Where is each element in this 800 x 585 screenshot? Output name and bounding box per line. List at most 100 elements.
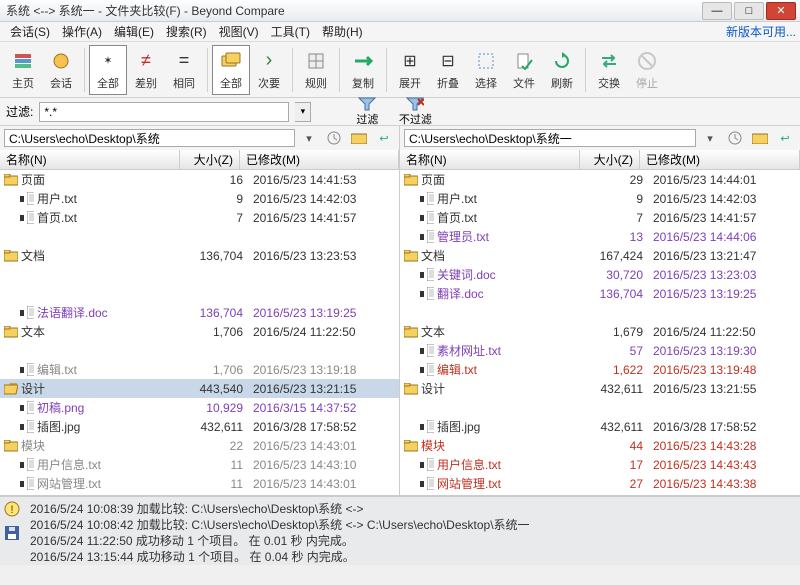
item-name: 插图.jpg bbox=[437, 418, 591, 435]
file-row[interactable]: 网站管理.txt112016/5/23 14:43:01 bbox=[0, 474, 399, 493]
right-tree[interactable]: 页面292016/5/23 14:44:01用户.txt92016/5/23 1… bbox=[400, 170, 800, 495]
file-row[interactable]: 插图.jpg432,6112016/3/28 17:58:52 bbox=[400, 417, 800, 436]
folder-row[interactable]: 文档167,4242016/5/23 13:21:47 bbox=[400, 246, 800, 265]
close-button[interactable]: ✕ bbox=[766, 2, 796, 20]
file-row[interactable]: 用户.txt92016/5/23 14:42:03 bbox=[0, 189, 399, 208]
copy-button[interactable]: 复制 bbox=[344, 45, 382, 95]
stop-button[interactable]: 停止 bbox=[628, 45, 666, 95]
same-button[interactable]: =相同 bbox=[165, 45, 203, 95]
folder-row[interactable]: 设计432,6112016/5/23 13:21:55 bbox=[400, 379, 800, 398]
menu-actions[interactable]: 操作(A) bbox=[56, 21, 108, 42]
left-tree[interactable]: 页面162016/5/23 14:41:53用户.txt92016/5/23 1… bbox=[0, 170, 400, 495]
right-browse-icon[interactable] bbox=[749, 129, 771, 147]
apply-filter-button[interactable]: 过滤 bbox=[349, 99, 385, 125]
file-row[interactable]: 编辑.txt1,7062016/5/23 13:19:18 bbox=[0, 360, 399, 379]
all-button-1[interactable]: ✶全部 bbox=[89, 45, 127, 95]
menu-tools[interactable]: 工具(T) bbox=[265, 21, 316, 42]
file-row[interactable]: 初稿.png10,9292016/3/15 14:37:52 bbox=[0, 398, 399, 417]
item-date: 2016/5/23 13:19:48 bbox=[649, 363, 800, 377]
left-history-icon[interactable] bbox=[323, 129, 345, 147]
minor-button[interactable]: ›次要 bbox=[250, 45, 288, 95]
item-date: 2016/5/23 14:44:06 bbox=[649, 230, 800, 244]
menu-session[interactable]: 会话(S) bbox=[4, 21, 56, 42]
item-date: 2016/5/23 14:41:53 bbox=[249, 173, 399, 187]
file-row[interactable]: 管理员.txt132016/5/23 14:44:06 bbox=[400, 227, 800, 246]
item-size: 9 bbox=[591, 192, 649, 206]
left-col-mod[interactable]: 已修改(M) bbox=[240, 150, 399, 169]
collapse-icon: ⊟ bbox=[436, 49, 460, 73]
right-col-name[interactable]: 名称(N) bbox=[400, 150, 580, 169]
file-row[interactable]: 网站管理.txt272016/5/23 14:43:38 bbox=[400, 474, 800, 493]
menu-search[interactable]: 搜索(R) bbox=[160, 21, 213, 42]
file-row[interactable]: 首页.txt72016/5/23 14:41:57 bbox=[400, 208, 800, 227]
file-row[interactable]: 首页.txt72016/5/23 14:41:57 bbox=[0, 208, 399, 227]
filter-dropdown[interactable]: ▾ bbox=[295, 102, 311, 122]
session-button[interactable]: 会话 bbox=[42, 45, 80, 95]
file-row[interactable]: 法语翻译.doc136,7042016/5/23 13:19:25 bbox=[0, 303, 399, 322]
right-back-icon[interactable]: ↩ bbox=[774, 129, 796, 147]
item-date: 2016/5/23 13:21:15 bbox=[249, 382, 399, 396]
menu-edit[interactable]: 编辑(E) bbox=[108, 21, 160, 42]
item-size: 7 bbox=[191, 211, 249, 225]
minimize-button[interactable]: — bbox=[702, 2, 732, 20]
folder-icon bbox=[4, 250, 18, 262]
file-row[interactable]: 插图.jpg432,6112016/3/28 17:58:52 bbox=[0, 417, 399, 436]
left-path-input[interactable] bbox=[4, 129, 295, 147]
file-row[interactable]: 用户信息.txt172016/5/23 14:43:43 bbox=[400, 455, 800, 474]
folder-row[interactable]: 页面292016/5/23 14:44:01 bbox=[400, 170, 800, 189]
spacer-row bbox=[0, 265, 399, 284]
spacer-row bbox=[0, 341, 399, 360]
item-name: 文档 bbox=[21, 247, 191, 264]
right-col-size[interactable]: 大小(Z) bbox=[580, 150, 640, 169]
file-row[interactable]: 翻译.doc136,7042016/5/23 13:19:25 bbox=[400, 284, 800, 303]
file-row[interactable]: 用户信息.txt112016/5/23 14:43:10 bbox=[0, 455, 399, 474]
left-browse-icon[interactable] bbox=[348, 129, 370, 147]
clear-filter-button[interactable]: 不过滤 bbox=[397, 99, 433, 125]
file-button[interactable]: 文件 bbox=[505, 45, 543, 95]
item-date: 2016/5/23 14:44:01 bbox=[649, 173, 800, 187]
folder-row[interactable]: 页面162016/5/23 14:41:53 bbox=[0, 170, 399, 189]
collapse-button[interactable]: ⊟折叠 bbox=[429, 45, 467, 95]
maximize-button[interactable]: □ bbox=[734, 2, 764, 20]
file-row[interactable]: 关键词.doc30,7202016/5/23 13:23:03 bbox=[400, 265, 800, 284]
expand-button[interactable]: ⊞展开 bbox=[391, 45, 429, 95]
home-button[interactable]: 主页 bbox=[4, 45, 42, 95]
select-button[interactable]: 选择 bbox=[467, 45, 505, 95]
item-name: 模块 bbox=[21, 437, 191, 454]
menu-view[interactable]: 视图(V) bbox=[213, 21, 265, 42]
right-history-icon[interactable] bbox=[724, 129, 746, 147]
menu-help[interactable]: 帮助(H) bbox=[316, 21, 369, 42]
right-path-dropdown[interactable]: ▾ bbox=[699, 129, 721, 147]
folder-row[interactable]: 文本1,7062016/5/24 11:22:50 bbox=[0, 322, 399, 341]
file-row[interactable]: 编辑.txt1,6222016/5/23 13:19:48 bbox=[400, 360, 800, 379]
folder-row[interactable]: 文本1,6792016/5/24 11:22:50 bbox=[400, 322, 800, 341]
folder-row[interactable]: 模块222016/5/23 14:43:01 bbox=[0, 436, 399, 455]
refresh-button[interactable]: 刷新 bbox=[543, 45, 581, 95]
file-row[interactable]: 素材网址.txt572016/5/23 13:19:30 bbox=[400, 341, 800, 360]
left-col-name[interactable]: 名称(N) bbox=[0, 150, 180, 169]
left-path-dropdown[interactable]: ▾ bbox=[298, 129, 320, 147]
item-name: 文本 bbox=[421, 323, 591, 340]
file-icon bbox=[20, 363, 34, 376]
item-size: 30,720 bbox=[591, 268, 649, 282]
folder-row[interactable]: 模块442016/5/23 14:43:28 bbox=[400, 436, 800, 455]
item-size: 29 bbox=[591, 173, 649, 187]
filter-input[interactable] bbox=[39, 102, 289, 122]
file-row[interactable]: 用户.txt92016/5/23 14:42:03 bbox=[400, 189, 800, 208]
left-back-icon[interactable]: ↩ bbox=[373, 129, 395, 147]
right-path-input[interactable] bbox=[404, 129, 696, 147]
folder-row[interactable]: 设计443,5402016/5/23 13:21:15 bbox=[0, 379, 399, 398]
save-log-icon[interactable] bbox=[4, 525, 20, 541]
update-link[interactable]: 新版本可用... bbox=[726, 23, 796, 40]
file-icon bbox=[420, 458, 434, 471]
all-button-2[interactable]: 全部 bbox=[212, 45, 250, 95]
file-icon bbox=[420, 230, 434, 243]
item-date: 2016/5/23 14:43:38 bbox=[649, 477, 800, 491]
filter-label: 过滤: bbox=[6, 103, 33, 120]
folder-row[interactable]: 文档136,7042016/5/23 13:23:53 bbox=[0, 246, 399, 265]
left-col-size[interactable]: 大小(Z) bbox=[180, 150, 240, 169]
rules-button[interactable]: 规则 bbox=[297, 45, 335, 95]
right-col-mod[interactable]: 已修改(M) bbox=[640, 150, 800, 169]
diff-button[interactable]: ≠差别 bbox=[127, 45, 165, 95]
swap-button[interactable]: 交换 bbox=[590, 45, 628, 95]
